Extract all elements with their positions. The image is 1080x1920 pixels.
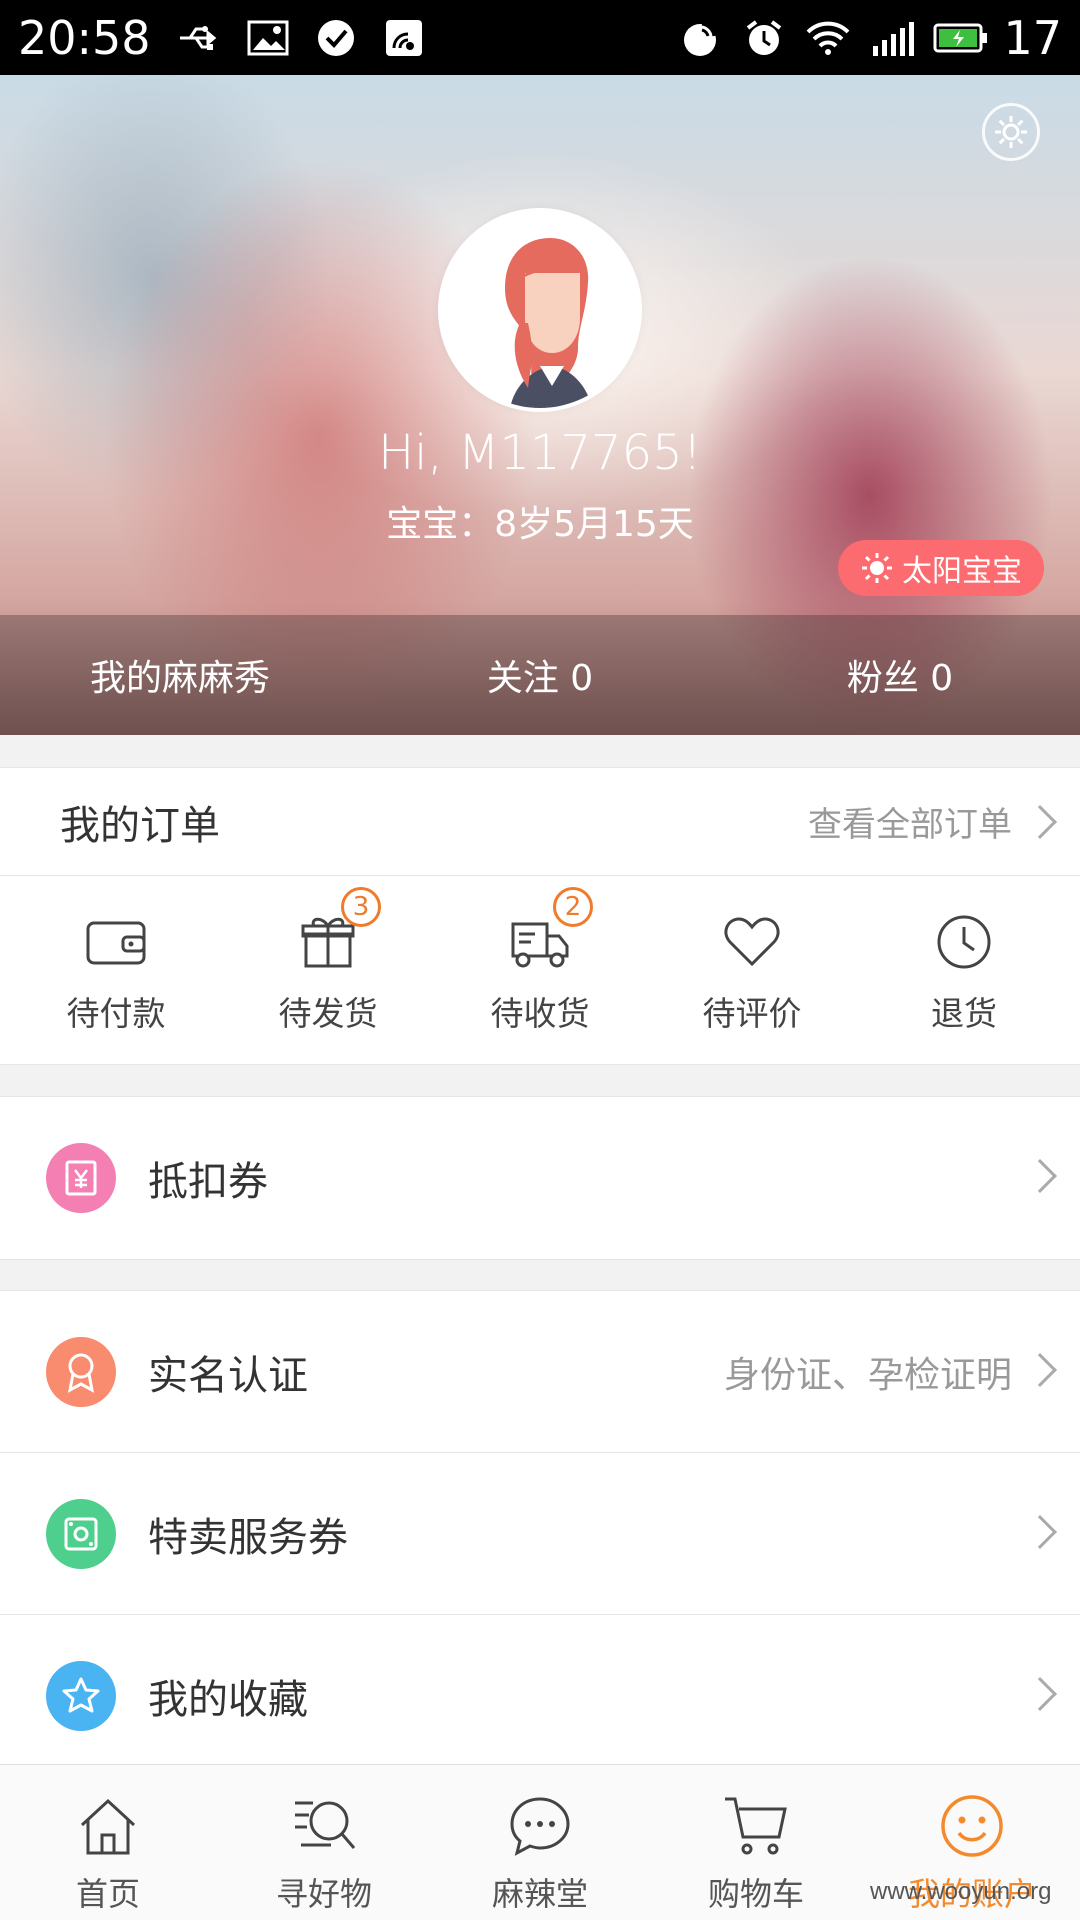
account-menu: 实名认证 身份证、孕检证明 特卖服务券 我的收藏 xyxy=(0,1290,1080,1778)
ticket-icon xyxy=(46,1498,116,1569)
status-time: 20:58 xyxy=(18,10,151,65)
chevron-right-icon xyxy=(1023,1514,1057,1549)
ribbon-icon xyxy=(46,1336,116,1407)
gear-icon xyxy=(995,116,1027,148)
order-pending-receipt[interactable]: 2 待收货 xyxy=(434,886,646,1035)
gift-icon: 3 xyxy=(293,886,381,977)
cart-icon xyxy=(721,1791,791,1861)
battery-level: 17 xyxy=(1003,10,1062,65)
profile-stats-bar: 我的麻麻秀 关注 0 粉丝 0 xyxy=(0,615,1080,735)
orders-header[interactable]: 我的订单 查看全部订单 xyxy=(0,768,1080,876)
check-circle-icon xyxy=(313,15,359,61)
chevron-right-icon xyxy=(1023,1159,1057,1193)
order-status-label: 待评价 xyxy=(702,993,802,1033)
realname-label: 实名认证 xyxy=(148,1352,308,1399)
search-goods-icon xyxy=(289,1791,359,1861)
home-icon xyxy=(73,1791,143,1861)
favorites-row[interactable]: 我的收藏 xyxy=(0,1615,1080,1777)
coupon-label: 抵扣券 xyxy=(148,1159,268,1205)
tab-label: 首页 xyxy=(75,1875,140,1913)
order-pending-shipment[interactable]: 3 待发货 xyxy=(222,886,434,1035)
status-bar: 20:58 17 xyxy=(0,0,1080,75)
profile-header: Hi, M117765! 宝宝：8岁5月15天 太阳宝宝 我的麻麻秀 关注 0 … xyxy=(0,75,1080,735)
tab-label: 麻辣堂 xyxy=(491,1875,588,1913)
avatar-woman-icon xyxy=(505,238,592,408)
tab-cart[interactable]: 购物车 xyxy=(648,1765,864,1920)
coupon-row[interactable]: 抵扣券 xyxy=(0,1097,1080,1259)
heart-icon xyxy=(717,907,787,977)
wallet-icon xyxy=(81,907,151,977)
chevron-right-icon xyxy=(1023,1352,1057,1387)
tab-label: 寻好物 xyxy=(275,1875,372,1913)
chevron-right-icon xyxy=(1023,1677,1057,1711)
tab-home[interactable]: 首页 xyxy=(0,1765,216,1920)
tab-community[interactable]: 麻辣堂 xyxy=(432,1765,648,1920)
tab-discover[interactable]: 寻好物 xyxy=(216,1765,432,1920)
smile-icon xyxy=(937,1791,1007,1861)
sun-baby-badge[interactable]: 太阳宝宝 xyxy=(838,540,1044,596)
realname-note: 身份证、孕检证明 xyxy=(723,1354,1012,1396)
user-greeting: Hi, M117765! xyxy=(378,425,702,481)
special-service-label: 特卖服务券 xyxy=(148,1514,348,1561)
realname-row[interactable]: 实名认证 身份证、孕检证明 xyxy=(0,1291,1080,1453)
star-icon xyxy=(46,1661,116,1731)
special-service-row[interactable]: 特卖服务券 xyxy=(0,1453,1080,1615)
battery-icon xyxy=(933,11,989,65)
order-pending-review[interactable]: 待评价 xyxy=(646,907,858,1035)
my-mama-show[interactable]: 我的麻麻秀 xyxy=(0,649,360,701)
settings-button[interactable] xyxy=(982,103,1040,161)
usb-icon xyxy=(177,15,223,61)
nfc-icon xyxy=(677,15,723,61)
pending-receipt-count: 2 xyxy=(553,886,593,927)
followers-count[interactable]: 粉丝 0 xyxy=(720,649,1080,701)
signal-4g-icon xyxy=(869,15,915,61)
alarm-icon xyxy=(741,15,787,61)
clock-icon xyxy=(929,907,999,977)
chat-icon xyxy=(505,1791,575,1861)
chevron-right-icon xyxy=(1023,804,1057,839)
orders-section: 我的订单 查看全部订单 待付款 3 待发货 2 待收货 待评价 退货 xyxy=(0,767,1080,1065)
tab-label: 购物车 xyxy=(707,1875,804,1913)
view-all-label: 查看全部订单 xyxy=(808,805,1012,845)
badge-label: 太阳宝宝 xyxy=(902,554,1022,589)
coupon-icon xyxy=(46,1143,116,1213)
uc-browser-icon xyxy=(381,15,427,61)
order-status-label: 退货 xyxy=(931,993,997,1033)
order-status-label: 待付款 xyxy=(66,993,166,1033)
wifi-icon xyxy=(805,15,851,61)
watermark: www.wooyun.org xyxy=(870,1878,1052,1905)
orders-title: 我的订单 xyxy=(60,802,220,849)
order-status-row: 待付款 3 待发货 2 待收货 待评价 退货 xyxy=(0,876,1080,1065)
following-count[interactable]: 关注 0 xyxy=(360,649,720,701)
view-all-orders-link[interactable]: 查看全部订单 xyxy=(808,797,1057,846)
pending-shipment-count: 3 xyxy=(341,886,381,927)
sun-icon xyxy=(862,553,892,583)
order-status-label: 待收货 xyxy=(490,993,590,1033)
avatar[interactable] xyxy=(438,208,642,412)
favorites-label: 我的收藏 xyxy=(148,1677,308,1723)
coupon-section: 抵扣券 xyxy=(0,1096,1080,1260)
truck-icon: 2 xyxy=(505,886,593,977)
order-status-label: 待发货 xyxy=(278,993,378,1033)
order-returns[interactable]: 退货 xyxy=(858,907,1070,1035)
order-pending-payment[interactable]: 待付款 xyxy=(10,907,222,1035)
image-icon xyxy=(245,15,291,61)
